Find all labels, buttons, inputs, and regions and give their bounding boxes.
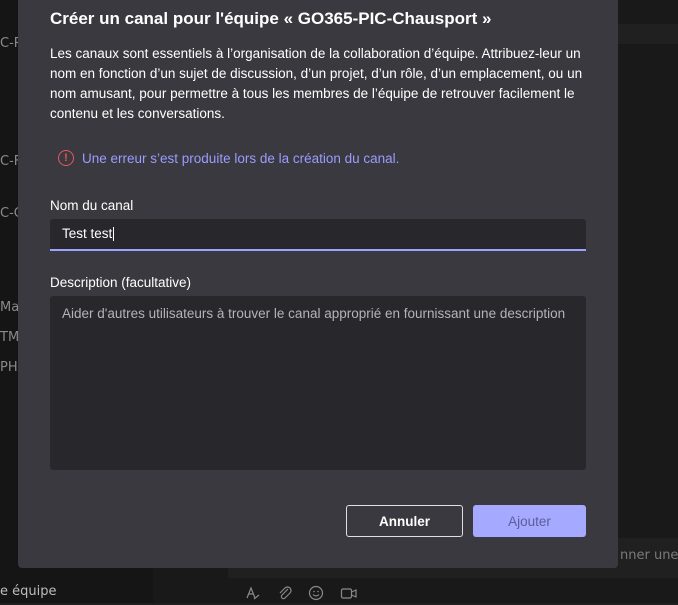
attach-icon bbox=[277, 585, 293, 605]
background-compose-placeholder: nner une p bbox=[620, 548, 678, 563]
add-button[interactable]: Ajouter bbox=[473, 505, 586, 537]
description-placeholder: Aider d'autres utilisateurs à trouver le… bbox=[62, 306, 566, 321]
dialog-description: Les canaux sont essentiels à l’organisat… bbox=[50, 46, 583, 121]
format-icon bbox=[244, 585, 260, 605]
emoji-icon bbox=[308, 585, 324, 605]
description-textarea[interactable]: Aider d'autres utilisateurs à trouver le… bbox=[50, 296, 586, 470]
create-channel-dialog: Créer un canal pour l'équipe « GO365-PIC… bbox=[18, 0, 618, 568]
channel-name-value: Test test bbox=[62, 226, 113, 241]
cancel-button[interactable]: Annuler bbox=[346, 505, 463, 537]
error-message: ! Une erreur s’est produite lors de la c… bbox=[58, 150, 399, 166]
channel-name-input[interactable]: Test test bbox=[50, 219, 586, 251]
channel-name-label: Nom du canal bbox=[50, 198, 134, 213]
dialog-title: Créer un canal pour l'équipe « GO365-PIC… bbox=[50, 9, 492, 28]
background-team-label: e équipe bbox=[0, 584, 57, 599]
error-text: Une erreur s’est produite lors de la cré… bbox=[82, 150, 400, 166]
error-icon: ! bbox=[58, 150, 74, 166]
description-label: Description (facultative) bbox=[50, 275, 192, 290]
text-caret bbox=[113, 227, 115, 242]
meet-icon bbox=[340, 585, 358, 605]
